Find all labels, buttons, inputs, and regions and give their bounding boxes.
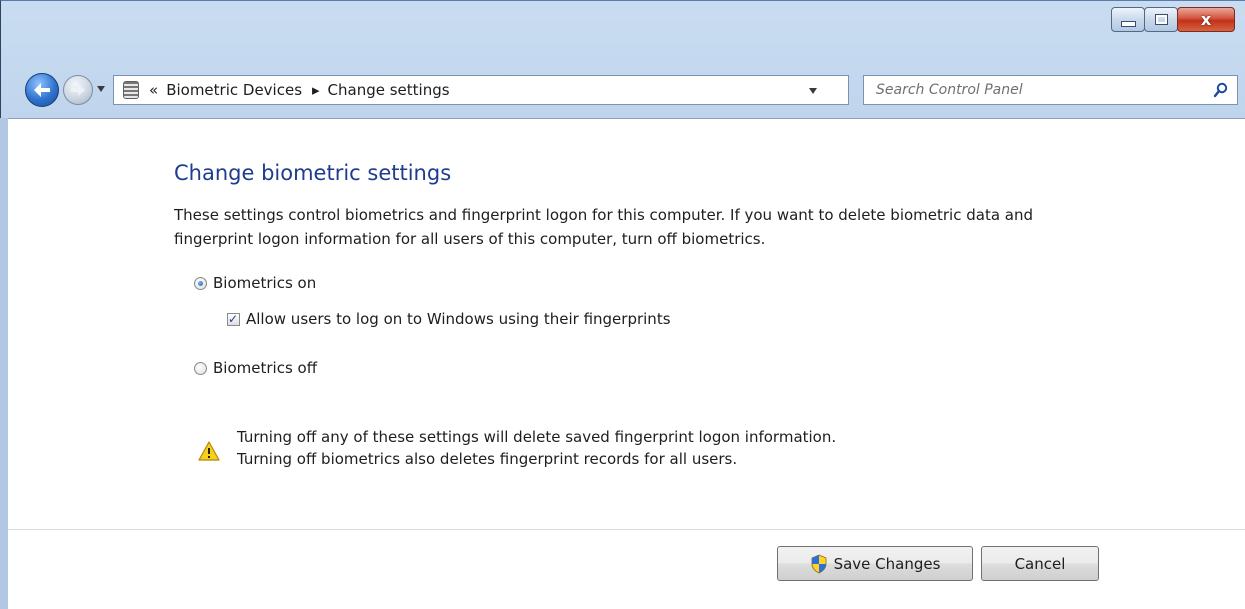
window-frame-left [0,118,8,609]
address-bar[interactable]: « Biometric Devices ▸ Change settings [113,75,849,105]
checkbox-allow-fingerprint-logon[interactable]: ✓ Allow users to log on to Windows using… [227,310,671,328]
warning-line-2: Turning off biometrics also deletes fing… [237,450,738,468]
uac-shield-icon [810,554,828,574]
cancel-button[interactable]: Cancel [981,546,1099,581]
biometric-device-icon [123,81,139,99]
radio-biometrics-on[interactable]: Biometrics on [194,274,316,292]
save-changes-label: Save Changes [833,554,941,573]
minimize-button[interactable] [1111,7,1145,32]
cancel-label: Cancel [1014,554,1066,573]
close-icon: x [1200,10,1212,29]
minimize-icon [1120,20,1136,27]
back-button[interactable] [25,73,59,107]
search-input[interactable] [874,81,1198,99]
address-dropdown-icon[interactable] [808,87,818,95]
breadcrumb-biometric-devices[interactable]: Biometric Devices [166,81,302,99]
radio-biometrics-on-label[interactable]: Biometrics on [213,274,316,292]
radio-biometrics-off-label[interactable]: Biometrics off [213,359,317,377]
forward-button[interactable] [63,75,93,105]
search-icon[interactable] [1213,82,1229,98]
title-bar: x [1,1,1245,63]
breadcrumb-change-settings[interactable]: Change settings [328,81,450,99]
radio-button-selected[interactable] [194,276,207,290]
content-pane: Change biometric settings These settings… [8,118,1245,609]
footer-divider [8,529,1245,530]
radio-biometrics-off[interactable]: Biometrics off [194,359,317,377]
caption-buttons: x [1111,7,1235,32]
warning-text: Turning off any of these settings will d… [237,426,937,470]
recent-pages-dropdown[interactable] [96,85,106,93]
forward-arrow-icon [71,84,85,96]
warning-icon [198,441,220,461]
maximize-icon [1155,15,1167,24]
back-arrow-icon [34,83,50,97]
checkmark-icon: ✓ [228,311,239,326]
warning-line-1: Turning off any of these settings will d… [237,428,837,446]
radio-button-unselected[interactable] [194,361,207,375]
checkbox-allow-label[interactable]: Allow users to log on to Windows using t… [246,310,671,328]
checkbox-checked[interactable]: ✓ [227,311,240,326]
page-title: Change biometric settings [174,161,452,185]
address-chevron[interactable]: « [149,81,158,99]
page-description: These settings control biometrics and fi… [174,206,1034,248]
maximize-button[interactable] [1144,7,1178,32]
save-changes-button[interactable]: Save Changes [777,546,973,581]
search-box[interactable] [863,75,1238,105]
navigation-bar: « Biometric Devices ▸ Change settings [1,71,1245,109]
close-button[interactable]: x [1177,7,1235,32]
breadcrumb-separator-icon[interactable]: ▸ [312,81,320,99]
